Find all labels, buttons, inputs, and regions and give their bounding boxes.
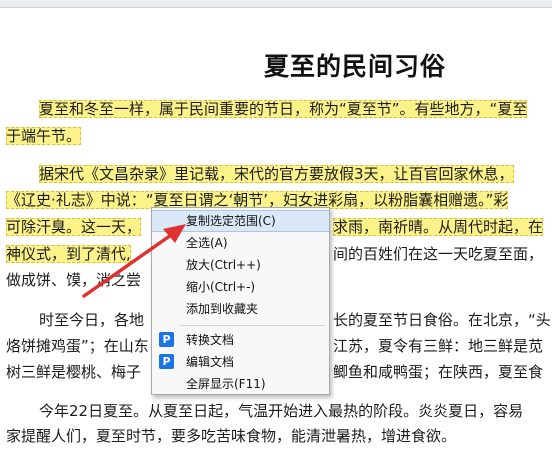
context-menu: 复制选定范围(C) 全选(A) 放大(Ctrl++) 缩小(Ctrl+-) 添加…: [151, 207, 330, 395]
menu-item-label: 复制选定范围(C): [186, 214, 276, 228]
menu-separator: [180, 325, 325, 326]
menu-item-add-to-favorites[interactable]: 添加到收藏夹: [152, 298, 329, 320]
paragraph-line: 神仪式，到了清代,: [6, 242, 131, 267]
selected-text: 可除汗臭。这一天，: [6, 218, 142, 236]
menu-item-label: 放大(Ctrl++): [186, 258, 261, 272]
paragraph-line: 烙饼摊鸡蛋”；在山东: [6, 337, 149, 355]
p-app-icon: P: [159, 332, 174, 347]
paragraph-line: 时至今日，各地: [39, 311, 145, 329]
menu-item-label: 添加到收藏夹: [186, 302, 259, 316]
menu-item-fullscreen[interactable]: 全屏显示(F11): [152, 373, 329, 395]
paragraph-line: 做成饼、馍，消之尝: [6, 271, 142, 289]
menu-item-convert-document[interactable]: P 转换文档: [152, 329, 329, 351]
paragraph-line: 树三鲜是樱桃、梅子: [6, 363, 142, 381]
menu-item-zoom-out[interactable]: 缩小(Ctrl+-): [152, 276, 329, 298]
paragraph-line: 于端午节。: [6, 124, 82, 149]
paragraph-line: 夏至和冬至一样，属于民间重要的节日，称为“夏至节”。有些地方，“夏至: [39, 97, 528, 122]
menu-item-label: 转换文档: [186, 333, 235, 347]
p-app-icon: P: [159, 354, 174, 369]
selected-text: 据宋代《文昌杂录》里记载，宋代的官方要放假3天，让百官回家休息，: [39, 165, 514, 183]
paragraph-line: 据宋代《文昌杂录》里记载，宋代的官方要放假3天，让百官回家休息，: [39, 162, 514, 187]
paragraph-line: 间的百姓们在这一天吃夏至面，: [333, 245, 544, 263]
menu-item-edit-document[interactable]: P 编辑文档: [152, 351, 329, 373]
paragraph-line: 鲫鱼和咸鸭蛋；在陕西，夏至食: [333, 363, 544, 381]
selected-text: 求雨，南祈晴。从周代时起，在: [333, 218, 544, 236]
paragraph-line: 江苏，夏令有三鲜：地三鲜是苋: [333, 337, 544, 355]
paragraph-line: 今年22日夏至。从夏至日起，气温开始进入最热的阶段。炎炎夏日，容易: [39, 402, 524, 420]
menu-item-copy-selection[interactable]: 复制选定范围(C): [152, 210, 329, 232]
paragraph-line: 可除汗臭。这一天，: [6, 215, 142, 240]
page-title: 夏至的民间习俗: [264, 52, 447, 81]
menu-item-select-all[interactable]: 全选(A): [152, 232, 329, 254]
menu-item-label: 缩小(Ctrl+-): [186, 280, 256, 294]
paragraph-line: 求雨，南祈晴。从周代时起，在: [333, 215, 544, 240]
menu-item-label: 编辑文档: [186, 355, 235, 369]
menu-item-zoom-in[interactable]: 放大(Ctrl++): [152, 254, 329, 276]
menu-item-label: 全选(A): [186, 236, 228, 250]
selected-text: 夏至和冬至一样，属于民间重要的节日，称为“夏至节”。有些地方，“夏至: [39, 100, 528, 118]
menu-item-label: 全屏显示(F11): [186, 377, 266, 391]
selected-text: 于端午节。: [6, 127, 82, 145]
selected-text: 神仪式，到了清代,: [6, 245, 131, 263]
paragraph-line: 长的夏至节日食俗。在北京，“头: [333, 311, 551, 329]
paragraph-line: 家提醒人们，夏至时节，要多吃苦味食物，能清泄暑热，增进食欲。: [6, 427, 457, 445]
